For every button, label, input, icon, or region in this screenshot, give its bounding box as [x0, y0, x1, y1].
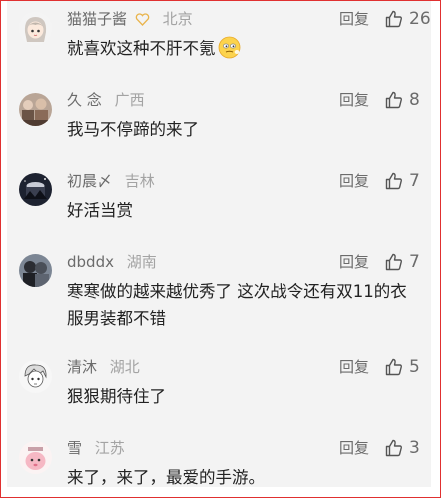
like-button[interactable]: 7	[384, 170, 420, 192]
avatar[interactable]	[19, 12, 52, 45]
comment-body: 寒寒做的越来越优秀了 这次战令还有双11的衣服男装都不错	[67, 282, 407, 328]
comment-text: 就喜欢这种不肝不氪	[67, 35, 417, 67]
comment-meta: 雪 江苏	[67, 437, 125, 459]
like-button[interactable]: 5	[384, 356, 420, 378]
comment-text: 寒寒做的越来越优秀了 这次战令还有双11的衣服男装都不错	[67, 278, 417, 332]
reply-button[interactable]: 回复	[339, 356, 369, 378]
comment-text: 我马不停蹄的来了	[67, 116, 417, 143]
reply-button[interactable]: 回复	[339, 8, 369, 30]
reply-button[interactable]: 回复	[339, 251, 369, 273]
username[interactable]: 雪	[67, 439, 82, 457]
comment-body: 狠狠期待住了	[67, 387, 166, 406]
location: 吉林	[124, 172, 155, 190]
comment-text: 来了，来了，最爱的手游。	[67, 464, 417, 491]
comment-text: 好活当赏	[67, 197, 417, 224]
like-count: 7	[409, 252, 420, 272]
username[interactable]: 清沐	[67, 358, 97, 376]
comment-list: 猫猫子酱 北京 就喜欢这种不肝不氪 回复 26 久 念 广西 我马不停蹄的来了 …	[7, 1, 431, 487]
face-emoji-icon	[218, 36, 241, 67]
heart-badge-icon	[135, 10, 150, 32]
location: 湖南	[126, 253, 157, 271]
comment-meta: dbddx 湖南	[67, 251, 157, 273]
like-button[interactable]: 26	[384, 8, 431, 30]
reply-button[interactable]: 回复	[339, 89, 369, 111]
avatar[interactable]	[19, 93, 52, 126]
thumbs-up-icon	[385, 358, 402, 376]
reply-button[interactable]: 回复	[339, 170, 369, 192]
comment-body: 来了，来了，最爱的手游。	[67, 468, 265, 487]
comment-meta: 清沐 湖北	[67, 356, 140, 378]
pink-cartoon-avatar-icon	[19, 441, 52, 474]
username[interactable]: 久 念	[67, 91, 102, 109]
thumbs-up-icon	[385, 253, 402, 271]
thumbs-up-icon	[385, 10, 402, 28]
comment-text: 狠狠期待住了	[67, 383, 417, 410]
thumbs-up-icon	[385, 91, 402, 109]
comment-body: 好活当赏	[67, 201, 133, 220]
comment-meta: 初晨〆 吉林	[67, 170, 155, 192]
sketch-boy-avatar-icon	[19, 360, 52, 393]
like-button[interactable]: 7	[384, 251, 420, 273]
thumbs-up-icon	[385, 172, 402, 190]
like-count: 7	[409, 171, 420, 191]
night-scene-avatar-icon	[19, 173, 52, 206]
like-count: 26	[409, 9, 431, 29]
username[interactable]: 初晨〆	[67, 172, 112, 190]
username[interactable]: dbddx	[67, 253, 114, 271]
avatar[interactable]	[19, 173, 52, 206]
like-button[interactable]: 8	[384, 89, 420, 111]
like-count: 8	[409, 90, 420, 110]
comment-body: 就喜欢这种不肝不氪	[67, 39, 216, 58]
comment-meta: 猫猫子酱 北京	[67, 8, 193, 30]
location: 北京	[162, 10, 193, 28]
like-button[interactable]: 3	[384, 437, 420, 459]
location: 江苏	[94, 439, 125, 457]
username[interactable]: 猫猫子酱	[67, 10, 127, 28]
thumbs-up-icon	[385, 439, 402, 457]
avatar[interactable]	[19, 441, 52, 474]
anime-girl-avatar-icon	[19, 12, 52, 45]
like-count: 5	[409, 357, 420, 377]
avatar[interactable]	[19, 254, 52, 287]
reply-button[interactable]: 回复	[339, 437, 369, 459]
group-photo-avatar-icon	[19, 93, 52, 126]
location: 广西	[114, 91, 145, 109]
avatar[interactable]	[19, 360, 52, 393]
couple-photo-avatar-icon	[19, 254, 52, 287]
comment-body: 我马不停蹄的来了	[67, 120, 199, 139]
location: 湖北	[109, 358, 140, 376]
like-count: 3	[409, 438, 420, 458]
comment-meta: 久 念 广西	[67, 89, 145, 111]
